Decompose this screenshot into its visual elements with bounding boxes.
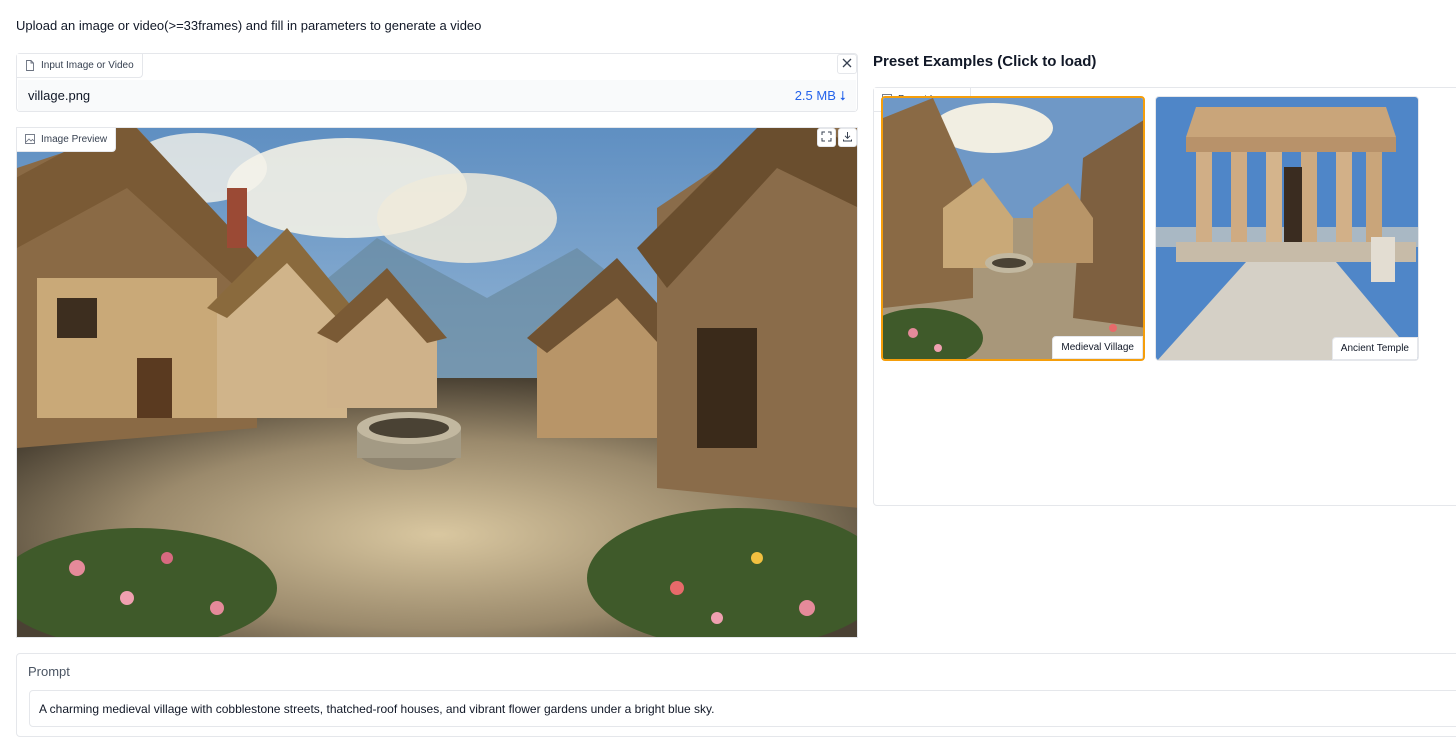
prompt-label: Prompt xyxy=(28,664,70,679)
preset-ancient-temple[interactable]: Ancient Temple xyxy=(1155,96,1419,361)
download-button[interactable] xyxy=(838,128,857,147)
preset-title: Preset Examples (Click to load) xyxy=(873,53,1097,70)
preset-gallery: Preset Images Medieval Village xyxy=(873,87,1456,506)
preset-caption: Ancient Temple xyxy=(1331,337,1418,360)
file-upload-block[interactable]: Input Image or Video village.png 2.5 MB … xyxy=(16,53,858,112)
prompt-block: Prompt xyxy=(16,653,1456,737)
input-block-label: Input Image or Video xyxy=(17,54,143,78)
preset-medieval-village[interactable]: Medieval Village xyxy=(881,96,1145,361)
file-name: village.png xyxy=(28,88,91,103)
medieval-village-thumbnail xyxy=(883,98,1143,359)
file-download-link[interactable]: 2.5 MB ⭣ xyxy=(795,88,846,104)
ancient-temple-thumbnail xyxy=(1156,97,1418,360)
file-row: village.png 2.5 MB ⭣ xyxy=(18,80,856,111)
image-preview: Image Preview xyxy=(16,127,858,638)
close-icon xyxy=(842,55,852,73)
image-icon xyxy=(25,134,35,145)
preview-toolbar xyxy=(817,128,857,147)
clear-file-button[interactable] xyxy=(837,54,857,74)
download-icon xyxy=(842,129,853,147)
file-icon xyxy=(25,60,35,71)
preview-block-label: Image Preview xyxy=(17,128,117,152)
prompt-input[interactable] xyxy=(29,690,1456,727)
input-label-text: Input Image or Video xyxy=(41,60,134,71)
file-size: 2.5 MB xyxy=(794,88,836,103)
download-arrow-icon: ⭣ xyxy=(839,87,846,103)
village-preview-image xyxy=(17,128,857,637)
preview-label-text: Image Preview xyxy=(41,134,108,145)
page-description: Upload an image or video(>=33frames) and… xyxy=(16,18,482,33)
fullscreen-button[interactable] xyxy=(817,128,836,147)
preset-caption: Medieval Village xyxy=(1052,336,1143,359)
fullscreen-icon xyxy=(821,129,832,147)
